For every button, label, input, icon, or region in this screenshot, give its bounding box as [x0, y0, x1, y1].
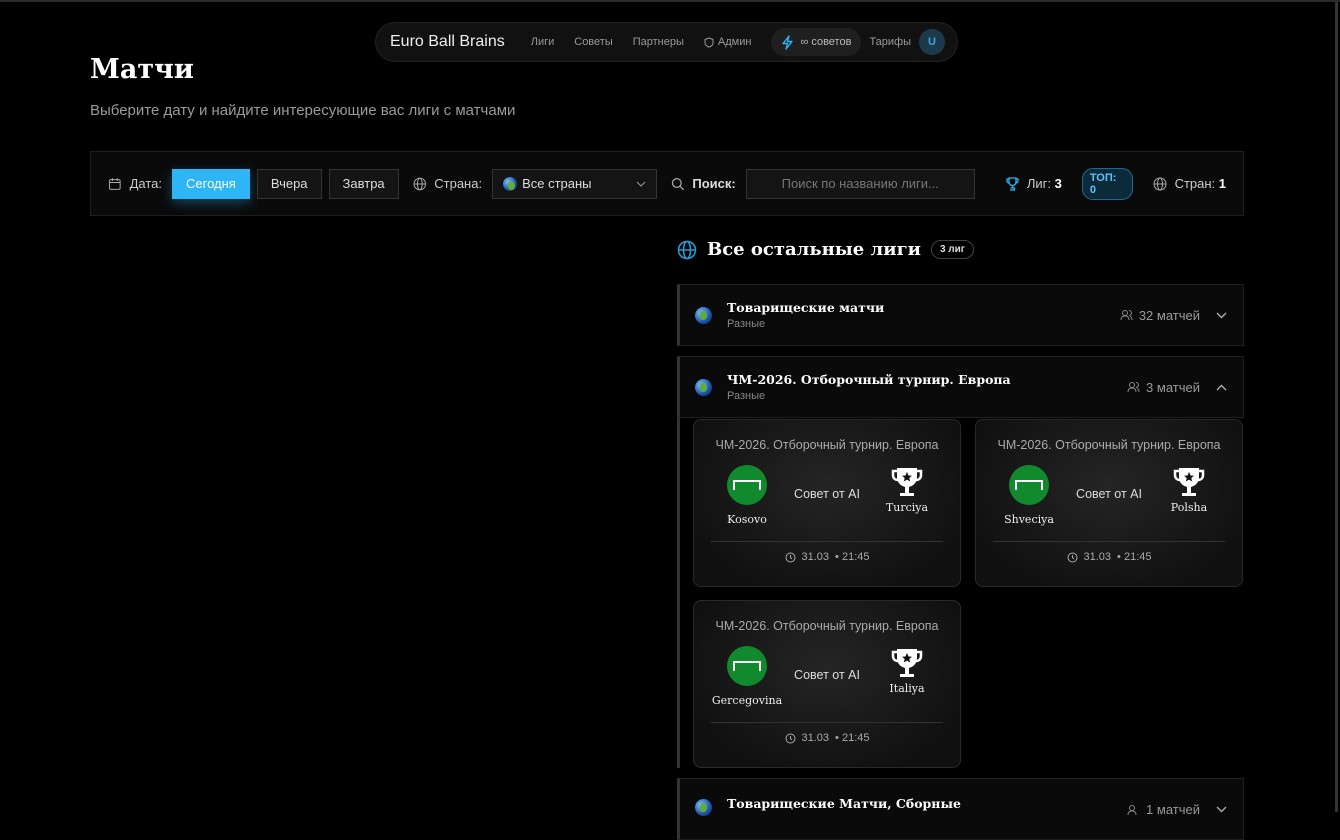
search-icon: [671, 177, 684, 190]
nav-partners[interactable]: Партнеры: [633, 36, 684, 48]
match-league: ЧМ-2026. Отборочный турнир. Европа: [715, 438, 939, 452]
chevron-down-icon: [636, 181, 646, 187]
chevron-down-icon[interactable]: [1216, 312, 1227, 319]
trophy-icon: [1173, 468, 1205, 496]
clock-icon: [785, 552, 796, 562]
team-logo: [1009, 465, 1049, 505]
section-count-badge: 3 лиг: [930, 240, 974, 259]
match-card[interactable]: ЧМ-2026. Отборочный турнир. Европа Shvec…: [975, 419, 1243, 587]
league-row[interactable]: Товарищеские Матчи, Сборные 1 матчей: [677, 778, 1244, 840]
league-row[interactable]: ЧМ-2026. Отборочный турнир. Европа Разные…: [677, 356, 1244, 418]
scrollbar[interactable]: [1335, 2, 1338, 812]
globe-icon: [1153, 177, 1167, 190]
shield-icon: [704, 36, 714, 48]
page-subtitle: Выберите дату и найдите интересующие вас…: [90, 102, 516, 119]
users-icon: [1127, 382, 1140, 393]
chevron-up-icon[interactable]: [1216, 384, 1227, 391]
top-nav: Euro Ball Brains Лиги Советы Партнеры Ад…: [375, 22, 958, 62]
earth-icon: [695, 799, 712, 816]
match-date: 31.03: [1083, 551, 1112, 563]
top-badge: ТОП: 0: [1081, 167, 1133, 200]
users-icon: [1120, 310, 1133, 321]
match-league: ЧМ-2026. Отборочный турнир. Европа: [715, 619, 939, 633]
date-yesterday-button[interactable]: Вчера: [256, 168, 322, 199]
ai-tip-label[interactable]: Совет от AI: [1076, 487, 1142, 501]
date-today-button[interactable]: Сегодня: [172, 168, 250, 199]
search-label: Поиск:: [692, 176, 736, 191]
clock-icon: [1067, 552, 1078, 562]
home-team: Kosovo: [711, 465, 783, 526]
globe-icon: [413, 177, 426, 190]
search-input[interactable]: [745, 168, 975, 199]
avatar[interactable]: U: [919, 29, 945, 55]
country-label: Страна:: [434, 176, 483, 191]
home-team: Gercegovina: [711, 646, 783, 707]
trophy-icon: [1006, 176, 1019, 191]
match-date: 31.03: [801, 551, 830, 563]
page-title: Матчи: [90, 54, 194, 85]
lightning-icon: [782, 34, 794, 50]
earth-icon: [695, 306, 712, 324]
calendar-icon: [108, 177, 121, 190]
home-team: Shveciya: [993, 465, 1065, 526]
away-team: Italiya: [871, 646, 943, 695]
match-card[interactable]: ЧМ-2026. Отборочный турнир. Европа Kosov…: [693, 419, 961, 587]
nav-leagues[interactable]: Лиги: [531, 36, 555, 48]
clock-icon: [785, 733, 796, 743]
earth-icon: [503, 176, 518, 191]
nav-admin[interactable]: Админ: [704, 36, 751, 48]
match-date: 31.03: [801, 732, 830, 744]
ai-tip-label[interactable]: Совет от AI: [794, 487, 860, 501]
match-card[interactable]: ЧМ-2026. Отборочный турнир. Европа Gerce…: [693, 600, 961, 768]
section-title: Все остальные лиги: [707, 239, 921, 260]
globe-icon: [677, 240, 697, 259]
trophy-icon: [891, 468, 923, 496]
ai-tip-label[interactable]: Совет от AI: [794, 668, 860, 682]
match-time: • 21:45: [1117, 551, 1152, 563]
nav-tips[interactable]: Советы: [574, 36, 612, 48]
away-team: Turciya: [871, 465, 943, 514]
filter-bar: Дата: Сегодня Вчера Завтра Страна: Все с…: [90, 151, 1244, 216]
match-time: • 21:45: [835, 551, 870, 563]
nav-tariffs[interactable]: Тарифы: [869, 36, 911, 48]
countries-stat: Стран: 1: [1153, 176, 1226, 191]
date-tomorrow-button[interactable]: Завтра: [328, 168, 399, 199]
team-logo: [727, 646, 767, 686]
league-row[interactable]: Товарищеские матчи Разные 32 матчей: [677, 284, 1244, 346]
leagues-stat: Лиг: 3: [1006, 176, 1062, 191]
trophy-icon: [891, 649, 923, 677]
match-league: ЧМ-2026. Отборочный турнир. Европа: [997, 438, 1221, 452]
date-label: Дата:: [129, 176, 162, 191]
away-team: Polsha: [1153, 465, 1225, 514]
brand-logo[interactable]: Euro Ball Brains: [390, 33, 505, 51]
tips-counter-button[interactable]: ∞ советов: [771, 28, 862, 56]
expanded-league-border: [677, 418, 680, 768]
match-time: • 21:45: [835, 732, 870, 744]
country-select[interactable]: Все страны: [492, 168, 657, 199]
earth-icon: [695, 378, 712, 396]
section-header: Все остальные лиги 3 лиг: [677, 239, 974, 260]
team-logo: [727, 465, 767, 505]
